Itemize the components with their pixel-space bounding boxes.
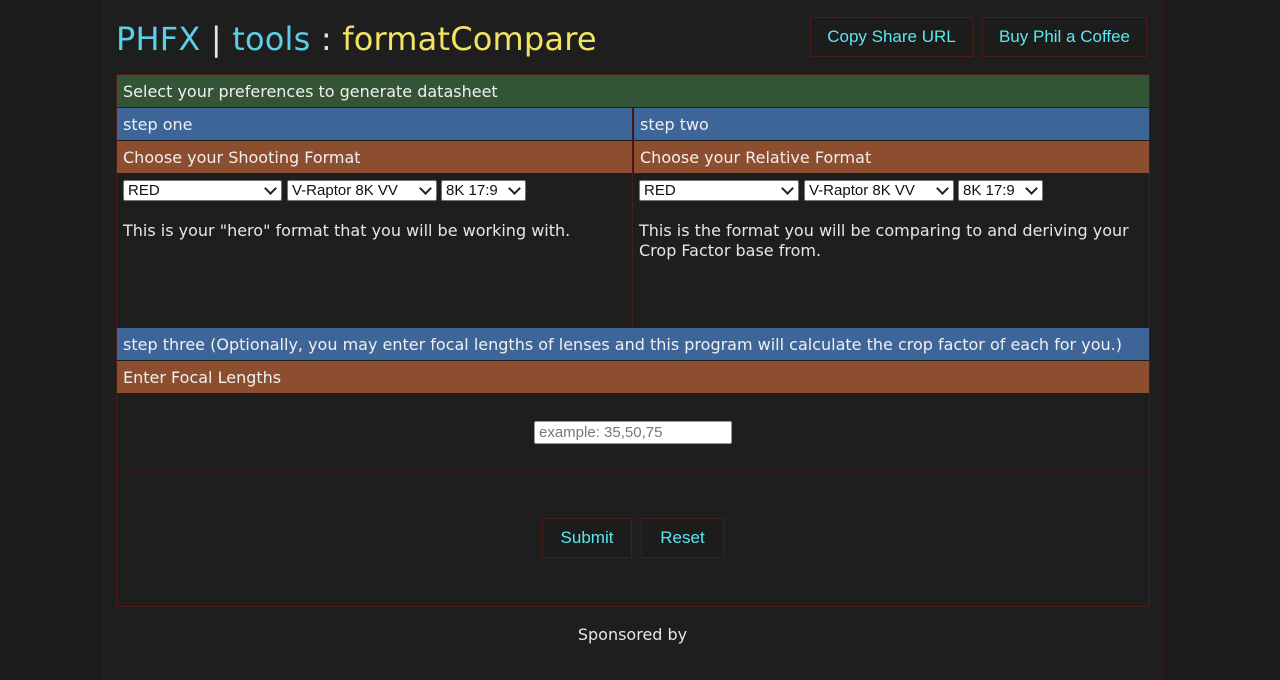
- step-two-camera-select[interactable]: V-Raptor 8K VV: [804, 180, 954, 201]
- select-value: V-Raptor 8K VV: [809, 182, 915, 199]
- select-value: RED: [128, 182, 160, 199]
- select-value: 8K 17:9: [446, 182, 498, 199]
- step-two-subheading: Choose your Relative Format: [634, 141, 1149, 173]
- title-app-name: formatCompare: [342, 20, 597, 58]
- title-colon: :: [320, 20, 332, 58]
- step-one-heading: step one: [117, 108, 632, 140]
- chevron-down-icon: [508, 182, 521, 195]
- section-divider: [117, 470, 1149, 471]
- step-three-heading: step three (Optionally, you may enter fo…: [117, 328, 1149, 360]
- buy-coffee-button[interactable]: Buy Phil a Coffee: [982, 17, 1147, 57]
- chevron-down-icon: [1025, 182, 1038, 195]
- column-divider: [632, 108, 633, 326]
- title-separator: |: [210, 20, 222, 58]
- page-title: PHFX | tools : formatCompare: [116, 20, 597, 58]
- step-one-manufacturer-select[interactable]: RED: [123, 180, 282, 201]
- step-one-resolution-select[interactable]: 8K 17:9: [441, 180, 526, 201]
- chevron-down-icon: [264, 182, 277, 195]
- step-two-resolution-select[interactable]: 8K 17:9: [958, 180, 1043, 201]
- chevron-down-icon: [936, 182, 949, 195]
- reset-button[interactable]: Reset: [641, 518, 724, 558]
- step-three-subheading: Enter Focal Lengths: [117, 361, 1149, 393]
- step-one-camera-select[interactable]: V-Raptor 8K VV: [287, 180, 437, 201]
- sponsored-by-text: Sponsored by: [577, 625, 688, 644]
- select-value: RED: [644, 182, 676, 199]
- focal-lengths-input[interactable]: [534, 421, 732, 444]
- select-value: V-Raptor 8K VV: [292, 182, 398, 199]
- title-brand: PHFX: [116, 20, 201, 58]
- step-one-subheading: Choose your Shooting Format: [117, 141, 632, 173]
- step-one-description: This is your "hero" format that you will…: [123, 221, 571, 240]
- step-two-heading: step two: [634, 108, 1149, 140]
- submit-button[interactable]: Submit: [542, 518, 632, 558]
- chevron-down-icon: [781, 182, 794, 195]
- select-value: 8K 17:9: [963, 182, 1015, 199]
- step-two-description: This is the format you will be comparing…: [639, 221, 1129, 260]
- intro-bar: Select your preferences to generate data…: [117, 75, 1149, 107]
- step-two-manufacturer-select[interactable]: RED: [639, 180, 799, 201]
- chevron-down-icon: [419, 182, 432, 195]
- title-tools: tools: [232, 20, 311, 58]
- copy-share-url-button[interactable]: Copy Share URL: [810, 17, 973, 57]
